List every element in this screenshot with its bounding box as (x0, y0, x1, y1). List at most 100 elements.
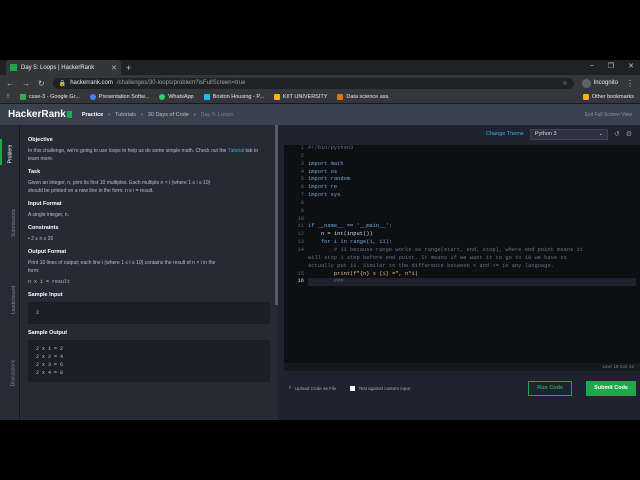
crumb-30-days[interactable]: 30 Days of Code (148, 112, 189, 118)
browser-tab-bar: Day 5: Loops | HackerRank ✕ + – ❐ ✕ (0, 60, 640, 75)
code-line: # 11 because range works as range(start,… (308, 246, 583, 253)
exit-fullscreen-link[interactable]: Exit Full Screen View (585, 112, 632, 118)
tab-discussions[interactable]: Discussions (0, 360, 20, 387)
upload-code-link[interactable]: ⇪ Upload Code as File (288, 385, 336, 391)
bookmark-label: Presentation Softw... (98, 94, 150, 100)
custom-input-toggle[interactable]: Test against custom input (350, 385, 410, 391)
code-line: #!/bin/python3 (308, 145, 354, 151)
code-line: import sys (308, 192, 341, 199)
bookmark-4[interactable]: Boston Housing - P... (203, 94, 264, 100)
crumb-practice[interactable]: Practice (82, 112, 103, 118)
language-select[interactable]: Python 3 ⌄ (529, 128, 608, 140)
logo-text: HackerRank (8, 109, 66, 120)
incognito-label: Incognito (593, 80, 618, 86)
bookmark-1[interactable]: csse-3 - Google Gr... (20, 94, 80, 100)
url-host: hackerrank.com (70, 80, 113, 86)
run-code-button[interactable]: Run Code (528, 380, 573, 396)
code-editor[interactable]: 1 2 3 4 5 6 7 8 9 10 11 12 13 14 15 16 #… (284, 145, 640, 363)
editor-pane: Change Theme Python 3 ⌄ ↺ ⚙ 1 2 3 4 5 6 … (278, 125, 640, 420)
settings-icon[interactable]: ⚙ (626, 130, 632, 138)
task-text: Given an integer, n, print its first 10 … (28, 180, 211, 194)
bookmark-5[interactable]: KIIT UNIVERSITY (273, 94, 328, 100)
output-format-heading: Output Format (28, 249, 67, 255)
editor-actions: ⇪ Upload Code as File Test against custo… (284, 377, 640, 399)
task-heading: Task (28, 169, 41, 175)
bookmark-6[interactable]: Data science ass. (337, 94, 390, 100)
sample-input-heading: Sample Input (28, 292, 63, 298)
breadcrumb: Practice › Tutorials › 30 Days of Code ›… (82, 112, 233, 118)
menu-icon[interactable]: ⋮ (626, 79, 634, 88)
apps-icon[interactable]: ⠿ (6, 94, 10, 100)
tab-title: Day 5: Loops | HackerRank (21, 64, 95, 71)
address-bar: ← → ↻ 🔒 hackerrank.com/challenges/30-loo… (0, 75, 640, 91)
bookmark-icon (89, 94, 96, 100)
bookmark-2[interactable]: Presentation Softw... (89, 94, 150, 100)
code-line: for i in range(1, 11): (308, 239, 393, 246)
close-window-icon[interactable]: ✕ (628, 62, 634, 70)
bookmark-star-icon[interactable]: ☆ (562, 80, 567, 87)
url-path: /challenges/30-loops/problem?isFullScree… (116, 80, 246, 86)
objective-heading: Objective (28, 137, 53, 143)
code-line: import re (308, 184, 338, 191)
bookmark-label: Other bookmarks (591, 94, 634, 100)
forward-icon[interactable]: → (22, 79, 30, 88)
code-line: import os (308, 168, 338, 175)
sample-input-box: 2 (28, 302, 270, 324)
folder-icon (582, 94, 589, 100)
custom-input-checkbox[interactable] (350, 385, 356, 391)
sample-output-box: 2 x 1 = 2 2 x 2 = 4 2 x 3 = 6 2 x 4 = 8 (28, 340, 270, 382)
bookmark-icon (337, 94, 344, 100)
tab-submissions[interactable]: Submissions (0, 209, 20, 237)
screen: Day 5: Loops | HackerRank ✕ + – ❐ ✕ ← → … (0, 60, 640, 420)
output-format-text: Print 10 lines of output; each line i (w… (28, 260, 216, 274)
bookmark-3[interactable]: WhatsApp (159, 94, 194, 100)
code-line: if __name__ == '__main__': (308, 223, 393, 230)
close-tab-icon[interactable]: ✕ (111, 64, 117, 72)
incognito-indicator[interactable]: Incognito (581, 78, 618, 88)
bookmark-label: WhatsApp (168, 94, 194, 100)
reload-icon[interactable]: ↻ (38, 79, 45, 88)
editor-toolbar: Change Theme Python 3 ⌄ ↺ ⚙ (278, 125, 640, 143)
reset-icon[interactable]: ↺ (614, 130, 620, 138)
input-format-heading: Input Format (28, 201, 62, 207)
upload-label: Upload Code as File (294, 385, 337, 391)
site-header: HackerRank Practice › Tutorials › 30 Day… (0, 104, 640, 125)
other-bookmarks[interactable]: Other bookmarks (582, 94, 634, 100)
new-tab-icon[interactable]: + (126, 63, 131, 73)
url-field[interactable]: 🔒 hackerrank.com/challenges/30-loops/pro… (52, 77, 574, 89)
bookmark-label: Boston Housing - P... (212, 94, 264, 100)
crumb-current: Day 5: Loops (200, 111, 234, 118)
tab-leaderboard[interactable]: Leaderboard (0, 286, 20, 314)
bookmark-icon (203, 94, 210, 100)
sample-output-line: 2 x 3 = 6 (36, 362, 64, 368)
objective-text: In this challenge, we're going to use lo… (28, 148, 259, 162)
code-line-current: ### (308, 278, 636, 287)
tab-problem[interactable]: Problem (0, 139, 20, 165)
sample-output-line: 2 x 1 = 2 (36, 346, 64, 352)
code-lines: #!/bin/python3 import math import os imp… (308, 145, 636, 287)
input-format-text: A single integer, n. (28, 212, 69, 218)
hackerrank-logo[interactable]: HackerRank (8, 109, 72, 120)
submit-code-button[interactable]: Submit Code (586, 380, 636, 396)
bookmarks-bar: ⠿ csse-3 - Google Gr... Presentation Sof… (0, 91, 640, 104)
crumb-separator: › (193, 111, 196, 118)
change-theme-link[interactable]: Change Theme (486, 131, 524, 137)
back-icon[interactable]: ← (6, 79, 14, 88)
tutorial-link[interactable]: Tutorial (228, 148, 245, 154)
logo-square-icon (66, 111, 72, 118)
sample-output-line: 2 x 4 = 8 (36, 370, 64, 376)
bookmark-icon (273, 94, 280, 100)
window-controls: – ❐ ✕ (590, 62, 634, 70)
minimize-icon[interactable]: – (590, 62, 594, 70)
maximize-icon[interactable]: ❐ (608, 62, 614, 70)
bookmark-label: KIIT UNIVERSITY (282, 94, 328, 100)
crumb-tutorials[interactable]: Tutorials (115, 112, 136, 118)
browser-tab[interactable]: Day 5: Loops | HackerRank ✕ (6, 60, 121, 75)
bookmark-label: Data science ass. (346, 94, 390, 100)
code-line: will stop 1 step before end point. It me… (308, 254, 567, 261)
lock-icon: 🔒 (58, 80, 67, 87)
constraints-heading: Constraints (28, 225, 59, 231)
